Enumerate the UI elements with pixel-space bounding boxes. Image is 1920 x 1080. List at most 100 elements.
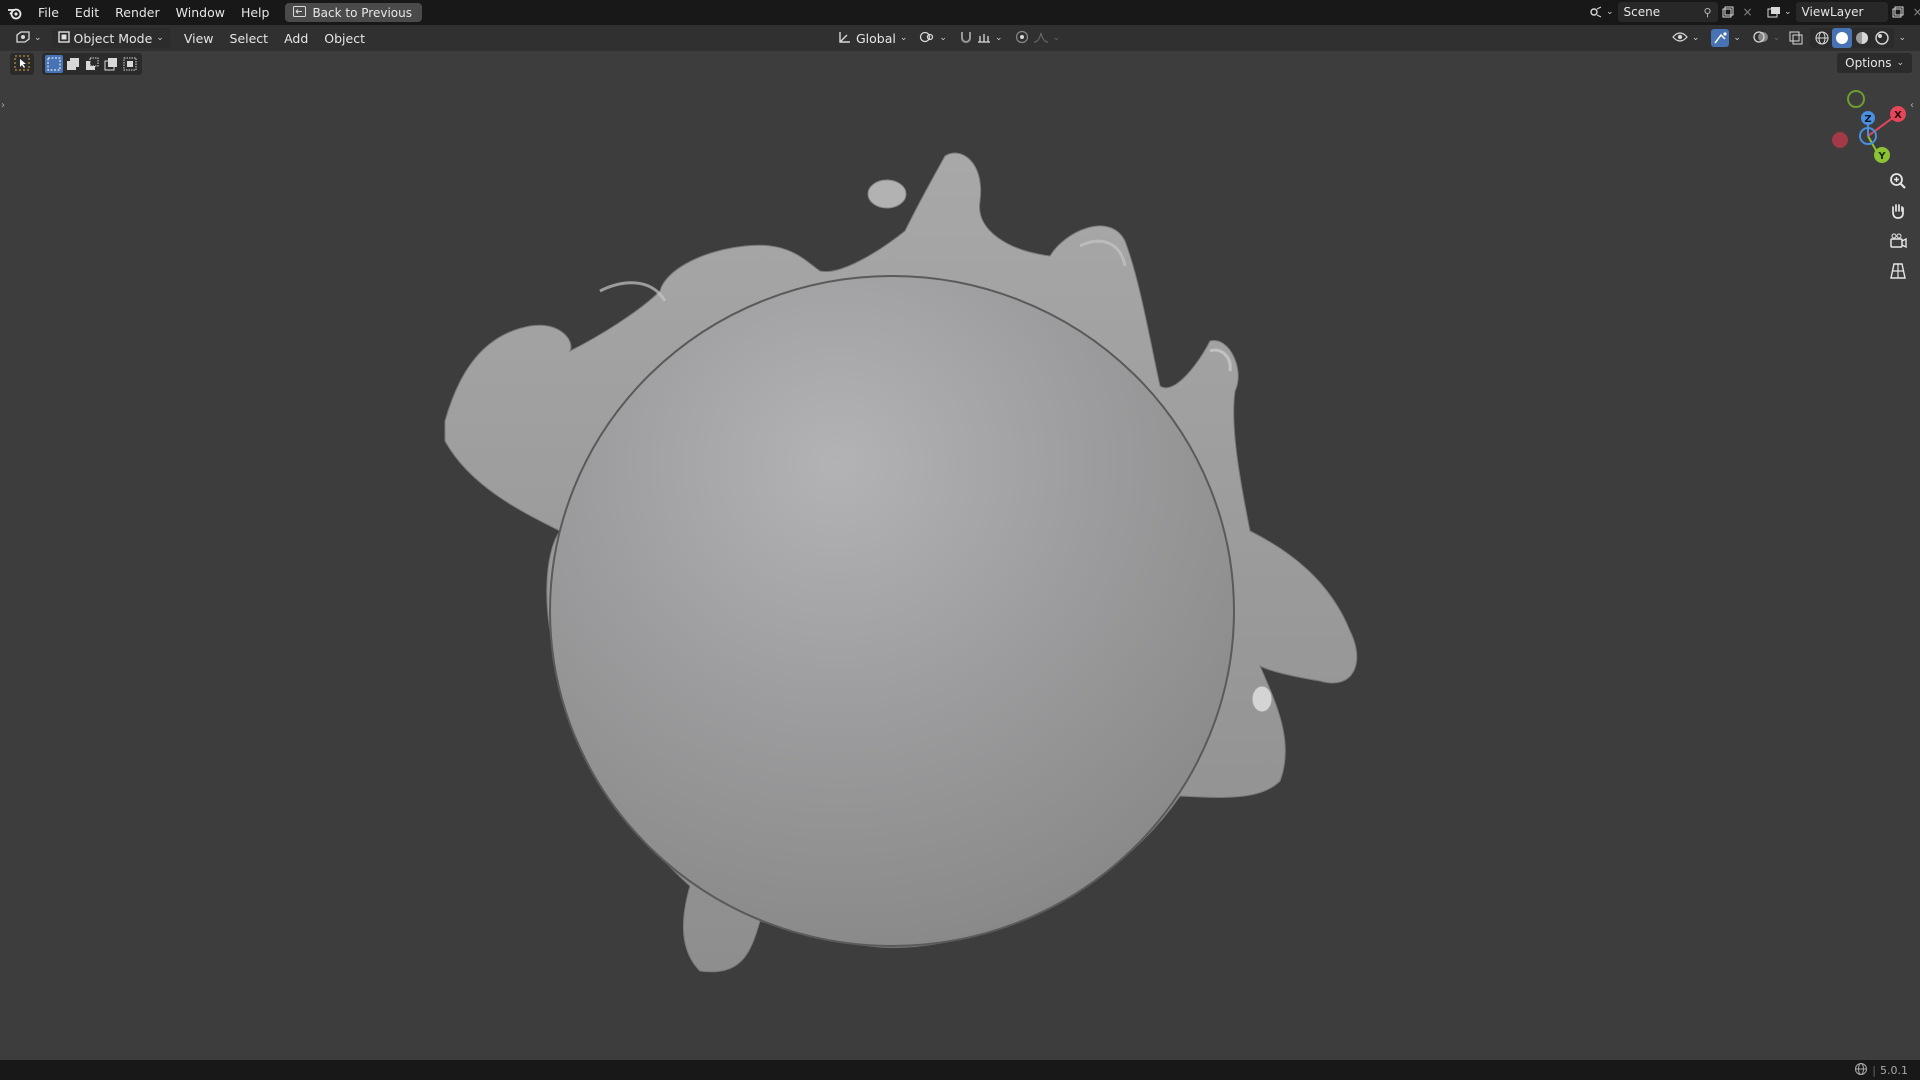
options-label: Options (1845, 56, 1892, 70)
gizmo-y-label: Y (1877, 151, 1886, 162)
menu-window[interactable]: Window (168, 0, 233, 25)
chevron-down-icon: ⌄ (1052, 33, 1061, 43)
pivot-icon (919, 30, 935, 47)
pan-icon (1889, 202, 1907, 223)
zoom-icon (1889, 172, 1907, 193)
chevron-down-icon: ⌄ (939, 33, 947, 43)
solid-icon[interactable] (1832, 28, 1853, 48)
back-icon (293, 5, 307, 20)
scene-icon (1586, 2, 1606, 22)
chevron-down-icon: ⌄ (994, 33, 1003, 43)
back-to-previous-label: Back to Previous (312, 5, 412, 20)
back-to-previous-button[interactable]: Back to Previous (285, 3, 422, 22)
select-tool-button[interactable] (10, 53, 34, 75)
mode-label: Object Mode (73, 30, 153, 46)
scene-selector[interactable]: ⌄ Scene ⚲ × (1586, 2, 1758, 22)
chevron-down-icon: ⌄ (899, 33, 908, 43)
copy-icon[interactable] (1718, 2, 1738, 22)
top-menu-bar: File Edit Render Window Help Back to Pre… (0, 0, 1920, 25)
menu-object[interactable]: Object (316, 26, 373, 51)
material-icon[interactable] (1852, 28, 1872, 48)
chevron-down-icon: ⌄ (1606, 7, 1614, 17)
snap-increment-icon (977, 31, 991, 46)
gizmo-icon (1711, 29, 1730, 47)
menu-add[interactable]: Add (276, 26, 316, 51)
selection-mode-group (42, 53, 142, 75)
visibility-icon (1672, 31, 1688, 46)
menu-file[interactable]: File (30, 0, 67, 25)
select-invert-icon[interactable] (102, 55, 120, 73)
menu-render[interactable]: Render (107, 0, 168, 25)
blender-logo-icon[interactable] (0, 0, 30, 25)
snap-icon (959, 30, 973, 47)
view-layer-name: ViewLayer (1801, 5, 1864, 19)
chevron-down-icon: ⌄ (1784, 7, 1792, 17)
3d-viewport[interactable] (0, 51, 1920, 1060)
chevron-down-icon: ⌄ (1896, 58, 1904, 68)
mesh-render (444, 152, 1358, 973)
mesh-droplet (867, 179, 907, 209)
pivot-point-dropdown[interactable]: ⌄ (913, 28, 953, 48)
shading-mode-group (1810, 28, 1895, 48)
editor-type-icon (16, 30, 30, 46)
version-indicator: | 5.0.1 (1854, 1062, 1920, 1079)
version-label: 5.0.1 (1880, 1063, 1908, 1077)
mesh-sphere (549, 275, 1235, 947)
navigation-gizmo[interactable]: X Z Y (1820, 84, 1910, 164)
select-intersect-icon[interactable] (121, 55, 139, 73)
network-icon (1854, 1062, 1868, 1079)
gizmo-toggle[interactable]: ⌄ (1705, 28, 1747, 48)
proportional-icon (1015, 30, 1029, 47)
snap-toggle[interactable]: ⌄ (953, 28, 1009, 48)
grid-icon (1889, 262, 1907, 283)
close-icon[interactable]: × (1738, 2, 1758, 22)
zoom-button[interactable] (1884, 168, 1912, 196)
proportional-edit-toggle[interactable]: ⌄ (1009, 28, 1067, 48)
gizmo-x-label: X (1894, 110, 1902, 121)
options-dropdown[interactable]: Options ⌄ (1837, 53, 1912, 73)
menu-view[interactable]: View (176, 26, 222, 51)
overlay-toggle[interactable]: ⌄ (1747, 28, 1787, 48)
tool-settings-row (10, 52, 142, 76)
select-new-icon[interactable] (45, 55, 63, 73)
wireframe-icon[interactable] (1812, 28, 1832, 48)
copy-icon[interactable] (1888, 2, 1908, 22)
gizmo-neg-x-handle (1832, 132, 1848, 148)
view-layer-name-field[interactable]: ViewLayer (1795, 2, 1888, 22)
view-layer-selector[interactable]: ⌄ ViewLayer × (1764, 2, 1920, 22)
pin-icon[interactable]: ⚲ (1703, 6, 1711, 19)
chevron-down-icon[interactable]: ⌄ (1898, 33, 1906, 43)
chevron-down-icon: ⌄ (34, 33, 42, 43)
menu-edit[interactable]: Edit (67, 0, 107, 25)
overlay-icon (1753, 30, 1769, 47)
object-mode-icon (57, 30, 70, 46)
menu-select[interactable]: Select (222, 26, 277, 51)
mode-dropdown[interactable]: Object Mode ⌄ (51, 28, 170, 48)
view-layer-icon (1764, 2, 1784, 22)
camera-view-button[interactable] (1884, 228, 1912, 256)
transform-orientation-dropdown[interactable]: Global ⌄ (832, 28, 913, 48)
chevron-down-icon: ⌄ (156, 33, 164, 43)
sidebar-expand-icon[interactable]: ‹ (1910, 100, 1914, 111)
mesh-droplet (1251, 685, 1273, 713)
projection-toggle-button[interactable] (1884, 258, 1912, 286)
gizmo-neg-y-handle (1847, 90, 1865, 108)
editor-type-button[interactable]: ⌄ (10, 28, 48, 48)
viewport-header: ⌄ Object Mode ⌄ View Select Add Object G… (0, 25, 1920, 51)
xray-icon[interactable] (1786, 28, 1806, 48)
menu-help[interactable]: Help (233, 0, 278, 25)
pan-button[interactable] (1884, 198, 1912, 226)
camera-icon (1889, 232, 1907, 253)
orientation-icon (838, 30, 852, 47)
scene-name-field[interactable]: Scene ⚲ (1617, 2, 1718, 22)
orientation-label: Global (856, 30, 896, 46)
visibility-dropdown[interactable]: ⌄ (1666, 28, 1706, 48)
toolbar-expand-icon[interactable]: › (1, 100, 5, 111)
select-extend-icon[interactable] (64, 55, 82, 73)
select-subtract-icon[interactable] (83, 55, 101, 73)
close-icon[interactable]: × (1908, 2, 1920, 22)
chevron-down-icon: ⌄ (1733, 33, 1741, 43)
gizmo-z-label: Z (1864, 114, 1871, 125)
rendered-icon[interactable] (1872, 28, 1892, 48)
cursor-icon (14, 55, 30, 74)
